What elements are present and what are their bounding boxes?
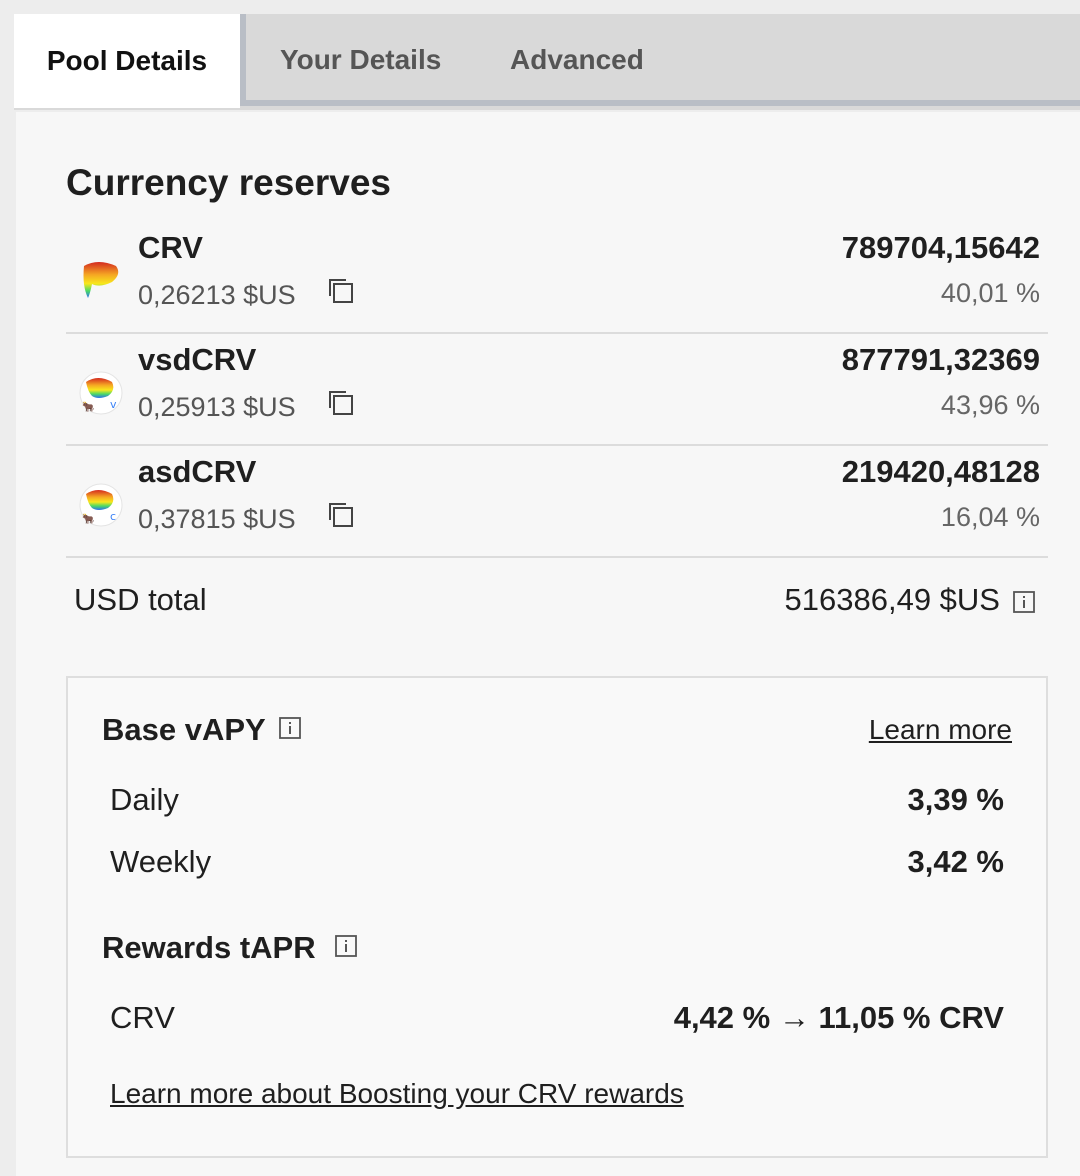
weekly-label: Weekly [110, 844, 212, 879]
copy-icon[interactable] [326, 388, 356, 418]
info-icon[interactable] [278, 716, 302, 740]
svg-text:🐂: 🐂 [82, 401, 94, 413]
learn-more-link[interactable]: Learn more [869, 714, 1012, 746]
coin-price: 0,37815 $US [138, 504, 296, 534]
coin-price: 0,26213 $US [138, 280, 296, 310]
svg-text:🐂: 🐂 [82, 513, 94, 525]
copy-icon[interactable] [326, 276, 356, 306]
info-icon[interactable] [1012, 590, 1036, 614]
tab-advanced[interactable]: Advanced [510, 14, 644, 106]
crv-logo-icon [83, 262, 119, 298]
coin-amount: 219420,48128 [841, 454, 1040, 489]
apy-box: Base vAPY Learn more Daily 3,39 % Weekly… [66, 676, 1048, 1158]
vsdcrv-logo-icon: 🐂 v [79, 371, 123, 415]
coin-percentage: 16,04 % [940, 502, 1040, 532]
copy-icon[interactable] [326, 500, 356, 530]
tab-active-border [240, 14, 246, 106]
daily-value: 3,39 % [907, 782, 1004, 817]
coin-amount: 789704,15642 [841, 230, 1040, 265]
weekly-value: 3,42 % [907, 844, 1004, 879]
usd-total-value: 516386,49 $US [784, 582, 1000, 617]
info-icon[interactable] [334, 934, 358, 958]
coin-name: CRV [138, 230, 203, 265]
reserve-row-crv: CRV 0,26213 $US 789704,15642 40,01 % [66, 222, 1048, 334]
svg-text:c: c [110, 510, 116, 523]
coin-amount: 877791,32369 [841, 342, 1040, 377]
reward-token-label: CRV [110, 1000, 175, 1035]
coin-name: vsdCRV [138, 342, 257, 377]
rewards-tapr-heading: Rewards tAPR [102, 930, 316, 965]
reserve-row-vsdcrv: 🐂 v vsdCRV 0,25913 $US 877791,32369 43,9… [66, 334, 1048, 446]
reserve-row-asdcrv: 🐂 c asdCRV 0,37815 $US 219420,48128 16,0… [66, 446, 1048, 558]
asdcrv-logo-icon: 🐂 c [79, 483, 123, 527]
base-vapy-heading: Base vAPY [102, 712, 266, 747]
coin-percentage: 43,96 % [940, 390, 1040, 420]
usd-total-label: USD total [74, 582, 207, 617]
coin-name: asdCRV [138, 454, 257, 489]
daily-label: Daily [110, 782, 179, 817]
coin-percentage: 40,01 % [940, 278, 1040, 308]
tab-your-details[interactable]: Your Details [280, 14, 441, 106]
reward-apr-value: 4,42 % → 11,05 % CRV [673, 1000, 1004, 1035]
svg-text:v: v [110, 398, 117, 411]
tab-pool-details[interactable]: Pool Details [14, 14, 240, 108]
boost-rewards-link[interactable]: Learn more about Boosting your CRV rewar… [110, 1078, 684, 1110]
currency-reserves-title: Currency reserves [66, 162, 391, 203]
coin-price: 0,25913 $US [138, 392, 296, 422]
